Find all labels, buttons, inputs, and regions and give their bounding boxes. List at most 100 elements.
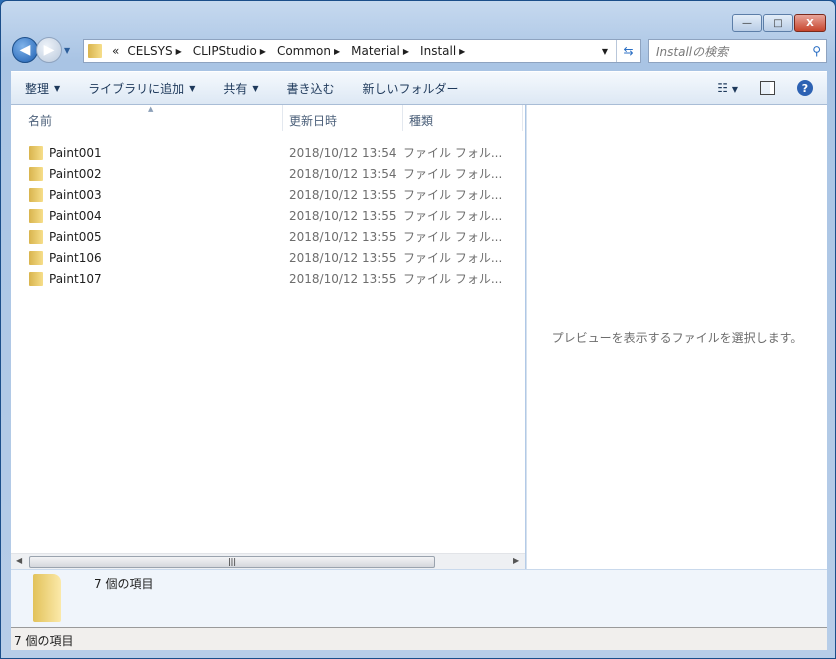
chevron-right-icon[interactable]: ▶ bbox=[331, 47, 343, 56]
address-dropdown-icon[interactable]: ▼ bbox=[602, 47, 608, 56]
crumb-label: Material bbox=[351, 44, 400, 58]
add-to-library-label: ライブラリに追加 bbox=[88, 81, 185, 96]
column-type[interactable]: 種類 bbox=[403, 105, 523, 131]
name-cell: Paint107 bbox=[11, 271, 283, 286]
file-date: 2018/10/12 13:55 bbox=[289, 271, 397, 286]
file-type: ファイル フォル... bbox=[403, 209, 503, 223]
chevron-right-icon[interactable]: ▶ bbox=[257, 47, 269, 56]
crumb-label: CLIPStudio bbox=[192, 44, 257, 58]
folder-icon bbox=[29, 271, 43, 286]
folder-icon bbox=[29, 187, 43, 202]
name-cell: Paint003 bbox=[11, 187, 283, 202]
details-item-count: 7 個の項目 bbox=[94, 577, 154, 591]
back-button[interactable]: ◀ bbox=[12, 37, 38, 63]
file-name: Paint107 bbox=[49, 271, 102, 286]
file-row[interactable]: Paint003 2018/10/12 13:55 ファイル フォル... bbox=[11, 184, 502, 205]
breadcrumb-install[interactable]: Install ▶ bbox=[416, 44, 472, 58]
crumb-label: Install bbox=[420, 44, 457, 58]
chevron-right-icon[interactable]: ▶ bbox=[456, 47, 468, 56]
scrollbar-thumb[interactable]: ||| bbox=[29, 556, 435, 568]
chevron-down-icon: ▼ bbox=[54, 83, 61, 93]
file-type: ファイル フォル... bbox=[403, 146, 503, 160]
breadcrumb-overflow[interactable]: « bbox=[108, 44, 123, 58]
folder-icon bbox=[29, 208, 43, 223]
file-date: 2018/10/12 13:55 bbox=[289, 250, 397, 265]
view-options-icon[interactable]: ☷ ▼ bbox=[717, 81, 738, 95]
file-date: 2018/10/12 13:54 bbox=[289, 166, 397, 181]
scroll-right-icon[interactable]: ▶ bbox=[513, 556, 519, 565]
forward-button[interactable]: ▶ bbox=[36, 37, 62, 63]
file-date: 2018/10/12 13:55 bbox=[289, 187, 397, 202]
search-input[interactable]: Installの検索 ⚲ bbox=[648, 39, 827, 63]
horizontal-scrollbar[interactable]: ◀ ||| ▶ bbox=[11, 553, 525, 569]
chevron-down-icon: ▼ bbox=[189, 83, 196, 93]
window-controls: — □ X bbox=[732, 14, 826, 32]
file-type: ファイル フォル... bbox=[403, 230, 503, 244]
preview-pane-icon[interactable] bbox=[760, 81, 775, 95]
crumb-label: Common bbox=[276, 44, 331, 58]
chevron-down-icon: ▼ bbox=[252, 83, 259, 93]
search-icon[interactable]: ⚲ bbox=[812, 44, 821, 58]
close-button[interactable]: X bbox=[794, 14, 826, 32]
file-name: Paint106 bbox=[49, 250, 102, 265]
share-label: 共有 bbox=[223, 81, 248, 96]
chevron-right-icon[interactable]: ▶ bbox=[173, 47, 185, 56]
name-cell: Paint002 bbox=[11, 166, 283, 181]
new-folder-button[interactable]: 新しいフォルダー bbox=[349, 80, 473, 97]
help-icon[interactable]: ? bbox=[797, 80, 813, 96]
address-bar[interactable]: « CELSYS ▶ CLIPStudio ▶ Common ▶ Material ▶ … bbox=[83, 39, 641, 63]
file-type: ファイル フォル... bbox=[403, 272, 503, 286]
search-placeholder: Installの検索 bbox=[656, 44, 729, 59]
scroll-left-icon[interactable]: ◀ bbox=[16, 556, 22, 565]
refresh-icon[interactable]: ⇆ bbox=[616, 40, 640, 62]
file-row[interactable]: Paint107 2018/10/12 13:55 ファイル フォル... bbox=[11, 268, 502, 289]
file-type: ファイル フォル... bbox=[403, 188, 503, 202]
command-bar: 整理 ▼ ライブラリに追加 ▼ 共有 ▼ 書き込む 新しいフォルダー ☷ ▼ ? bbox=[11, 71, 827, 105]
file-row[interactable]: Paint002 2018/10/12 13:54 ファイル フォル... bbox=[11, 163, 502, 184]
file-row[interactable]: Paint004 2018/10/12 13:55 ファイル フォル... bbox=[11, 205, 502, 226]
burn-button[interactable]: 書き込む bbox=[273, 80, 349, 97]
name-cell: Paint106 bbox=[11, 250, 283, 265]
file-name: Paint002 bbox=[49, 166, 102, 181]
breadcrumb-clipstudio[interactable]: CLIPStudio ▶ bbox=[189, 44, 273, 58]
preview-pane: プレビューを表示するファイルを選択します。 bbox=[526, 105, 827, 569]
file-name: Paint003 bbox=[49, 187, 102, 202]
name-cell: Paint005 bbox=[11, 229, 283, 244]
file-list: ▲ 名前 更新日時 種類 Paint001 2018/10/12 13:54 ファイ… bbox=[11, 105, 525, 569]
folder-icon bbox=[29, 250, 43, 265]
chevron-right-icon[interactable]: ▶ bbox=[400, 47, 412, 56]
folder-icon bbox=[33, 574, 61, 622]
file-row[interactable]: Paint106 2018/10/12 13:55 ファイル フォル... bbox=[11, 247, 502, 268]
crumb-label: CELSYS bbox=[127, 44, 173, 58]
file-rows: Paint001 2018/10/12 13:54 ファイル フォル... Paint… bbox=[11, 142, 502, 289]
minimize-button[interactable]: — bbox=[732, 14, 762, 32]
organize-label: 整理 bbox=[25, 81, 50, 96]
file-name: Paint005 bbox=[49, 229, 102, 244]
explorer-window: — □ X ◀ ▶ ▼ « CELSYS ▶ CLIPStudio ▶ Common… bbox=[0, 0, 836, 659]
breadcrumb-celsys[interactable]: CELSYS ▶ bbox=[123, 44, 188, 58]
folder-icon bbox=[29, 229, 43, 244]
file-row[interactable]: Paint005 2018/10/12 13:55 ファイル フォル... bbox=[11, 226, 502, 247]
file-row[interactable]: Paint001 2018/10/12 13:54 ファイル フォル... bbox=[11, 142, 502, 163]
status-item-count: 7 個の項目 bbox=[14, 634, 74, 648]
breadcrumb-common[interactable]: Common ▶ bbox=[273, 44, 347, 58]
column-name[interactable]: 名前 bbox=[11, 105, 283, 131]
add-to-library-button[interactable]: ライブラリに追加 ▼ bbox=[74, 80, 209, 97]
breadcrumb-material[interactable]: Material ▶ bbox=[347, 44, 416, 58]
file-date: 2018/10/12 13:54 bbox=[289, 145, 397, 160]
column-header: ▲ 名前 更新日時 種類 bbox=[11, 105, 525, 132]
file-date: 2018/10/12 13:55 bbox=[289, 208, 397, 223]
name-cell: Paint004 bbox=[11, 208, 283, 223]
share-button[interactable]: 共有 ▼ bbox=[209, 80, 272, 97]
nav-buttons: ◀ ▶ ▼ bbox=[12, 37, 70, 63]
preview-message: プレビューを表示するファイルを選択します。 bbox=[551, 330, 803, 345]
file-name: Paint004 bbox=[49, 208, 102, 223]
organize-button[interactable]: 整理 ▼ bbox=[11, 80, 74, 97]
maximize-button[interactable]: □ bbox=[763, 14, 793, 32]
file-type: ファイル フォル... bbox=[403, 167, 503, 181]
recent-pages-dropdown[interactable]: ▼ bbox=[64, 46, 70, 55]
file-type: ファイル フォル... bbox=[403, 251, 503, 265]
column-date[interactable]: 更新日時 bbox=[283, 105, 403, 131]
file-name: Paint001 bbox=[49, 145, 102, 160]
folder-icon bbox=[29, 166, 43, 181]
